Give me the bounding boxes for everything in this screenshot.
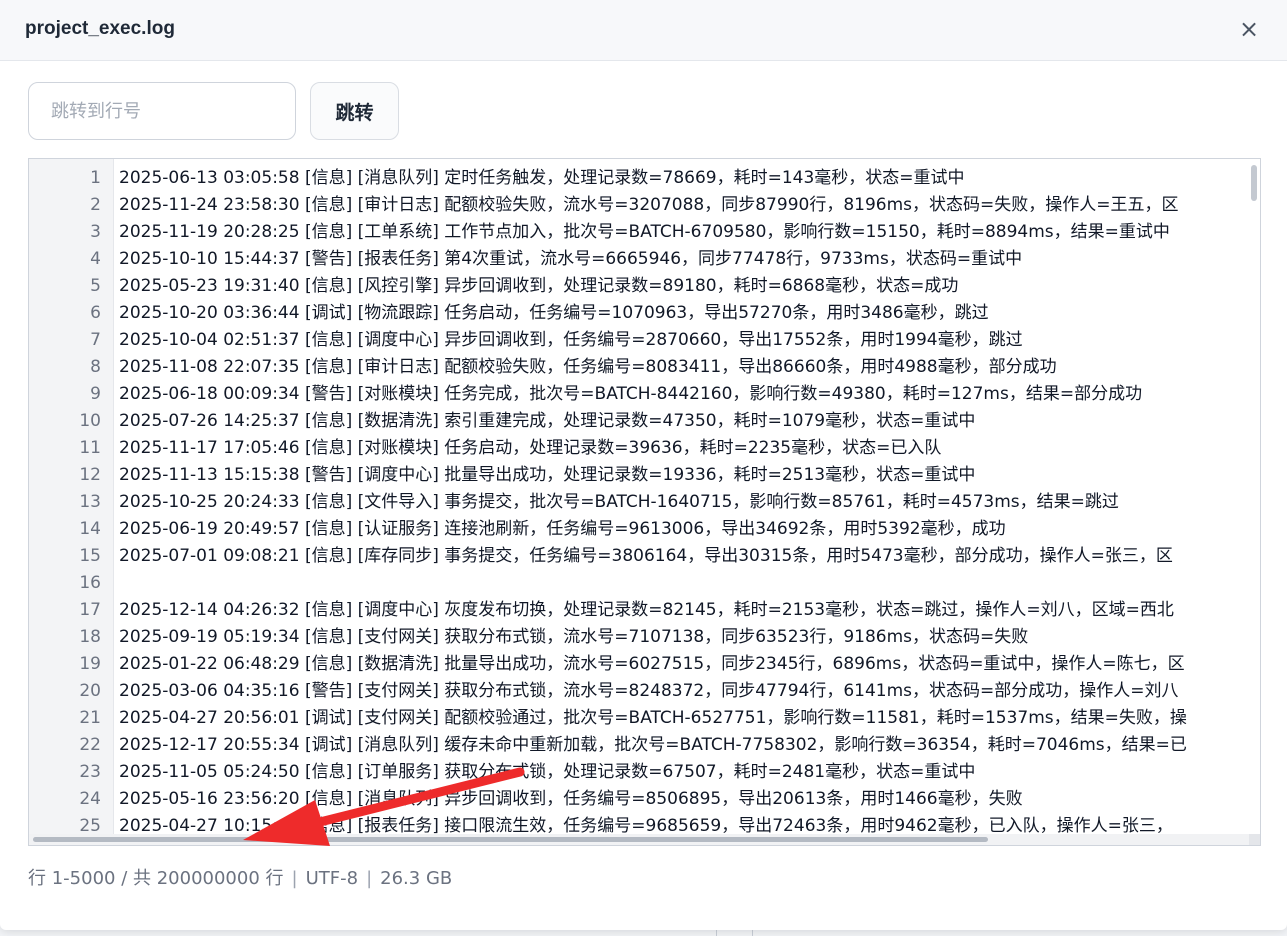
log-line: 14 2025-06-19 20:49:57 [信息] [认证服务] 连接池刷新，…: [29, 516, 1249, 543]
line-number: 10: [79, 411, 101, 431]
close-icon[interactable]: ×: [1237, 16, 1261, 42]
vertical-scrollbar[interactable]: [1250, 161, 1258, 829]
status-separator: |: [291, 868, 298, 889]
log-line: 15 2025-07-01 09:08:21 [信息] [库存同步] 事务提交，任…: [29, 543, 1249, 570]
status-file-size: 26.3 GB: [380, 868, 453, 889]
log-line-text: 2025-11-05 05:24:50 [信息] [订单服务] 获取分布式锁，处…: [119, 762, 976, 782]
line-number: 8: [90, 357, 101, 377]
log-line-text: 2025-06-18 00:09:34 [警告] [对账模块] 任务完成，批次号…: [119, 384, 1143, 404]
log-line: 9 2025-06-18 00:09:34 [警告] [对账模块] 任务完成，批次…: [29, 381, 1249, 408]
log-line-text: 2025-07-01 09:08:21 [信息] [库存同步] 事务提交，任务编…: [119, 546, 1173, 566]
horizontal-scrollbar[interactable]: [29, 834, 1260, 845]
log-line-text: 2025-06-13 03:05:58 [信息] [消息队列] 定时任务触发，处…: [119, 168, 965, 188]
vertical-scrollbar-thumb[interactable]: [1251, 165, 1257, 201]
log-line: 7 2025-10-04 02:51:37 [信息] [调度中心] 异步回调收到，…: [29, 327, 1249, 354]
line-number: 2: [90, 195, 101, 215]
log-line-text: 2025-12-17 20:55:34 [调试] [消息队列] 缓存未命中重新加…: [119, 735, 1187, 755]
log-line-text: 2025-05-16 23:56:20 [信息] [消息队列] 异步回调收到，任…: [119, 789, 1023, 809]
log-viewer-dialog: project_exec.log × 跳转 1 2025-06-13 03:05:…: [0, 0, 1287, 930]
line-number: 23: [79, 762, 101, 782]
line-number: 20: [79, 681, 101, 701]
line-number: 19: [79, 654, 101, 674]
line-number: 7: [90, 330, 101, 350]
log-line: 6 2025-10-20 03:36:44 [调试] [物流跟踪] 任务启动，任务…: [29, 300, 1249, 327]
line-number: 6: [90, 303, 101, 323]
log-line-text: 2025-03-06 04:35:16 [警告] [支付网关] 获取分布式锁，流…: [119, 681, 1179, 701]
log-line: 1 2025-06-13 03:05:58 [信息] [消息队列] 定时任务触发，…: [29, 165, 1249, 192]
log-line: 13 2025-10-25 20:24:33 [信息] [文件导入] 事务提交，批…: [29, 489, 1249, 516]
line-number: 4: [90, 249, 101, 269]
line-number: 18: [79, 627, 101, 647]
line-number: 13: [79, 492, 101, 512]
log-line-text: 2025-11-19 20:28:25 [信息] [工单系统] 工作节点加入，批…: [119, 222, 1170, 242]
log-line-text: 2025-11-17 17:05:46 [信息] [对账模块] 任务启动，处理记…: [119, 438, 942, 458]
line-number: 24: [79, 789, 101, 809]
log-line: 5 2025-05-23 19:31:40 [信息] [风控引擎] 异步回调收到，…: [29, 273, 1249, 300]
horizontal-scrollbar-thumb[interactable]: [33, 837, 988, 842]
log-line-text: 2025-01-22 06:48:29 [信息] [数据清洗] 批量导出成功，流…: [119, 654, 1185, 674]
log-line: 10 2025-07-26 14:25:37 [信息] [数据清洗] 索引重建完成…: [29, 408, 1249, 435]
line-number: 22: [79, 735, 101, 755]
status-separator: |: [366, 868, 373, 889]
line-number: 21: [79, 708, 101, 728]
status-bar: 行 1-5000 / 共 200000000 行 | UTF-8 | 26.3 GB: [28, 864, 452, 890]
log-line-text: 2025-11-13 15:15:38 [警告] [调度中心] 批量导出成功，处…: [119, 465, 976, 485]
log-line: 11 2025-11-17 17:05:46 [信息] [对账模块] 任务启动，处…: [29, 435, 1249, 462]
line-number: 11: [79, 438, 101, 458]
dialog-title: project_exec.log: [25, 18, 175, 39]
line-number: 5: [90, 276, 101, 296]
status-line-range: 行 1-5000 / 共 200000000 行: [28, 868, 284, 889]
log-line: 2 2025-11-24 23:58:30 [信息] [审计日志] 配额校验失败，…: [29, 192, 1249, 219]
line-number: 14: [79, 519, 101, 539]
line-number: 12: [79, 465, 101, 485]
log-line-text: 2025-10-20 03:36:44 [调试] [物流跟踪] 任务启动，任务编…: [119, 303, 989, 323]
log-line-text: 2025-09-19 05:19:34 [信息] [支付网关] 获取分布式锁，流…: [119, 627, 1029, 647]
line-number: 16: [79, 573, 101, 593]
line-number-input[interactable]: [28, 82, 296, 140]
log-line: 19 2025-01-22 06:48:29 [信息] [数据清洗] 批量导出成功…: [29, 651, 1249, 678]
log-line-text: 2025-11-08 22:07:35 [信息] [审计日志] 配额校验失败，任…: [119, 357, 1057, 377]
log-line: 20 2025-03-06 04:35:16 [警告] [支付网关] 获取分布式锁…: [29, 678, 1249, 705]
line-number: 9: [90, 384, 101, 404]
log-line-text: 2025-04-27 20:56:01 [调试] [支付网关] 配额校验通过，批…: [119, 708, 1187, 728]
scrollbar-corner: [1249, 834, 1260, 845]
log-line-text: 2025-10-04 02:51:37 [信息] [调度中心] 异步回调收到，任…: [119, 330, 1023, 350]
log-line-text: 2025-12-14 04:26:32 [信息] [调度中心] 灰度发布切换，处…: [119, 600, 1174, 620]
log-line: 24 2025-05-16 23:56:20 [信息] [消息队列] 异步回调收到…: [29, 786, 1249, 813]
log-line: 12 2025-11-13 15:15:38 [警告] [调度中心] 批量导出成功…: [29, 462, 1249, 489]
line-number: 15: [79, 546, 101, 566]
log-line: 3 2025-11-19 20:28:25 [信息] [工单系统] 工作节点加入，…: [29, 219, 1249, 246]
log-line: 21 2025-04-27 20:56:01 [调试] [支付网关] 配额校验通过…: [29, 705, 1249, 732]
status-encoding: UTF-8: [305, 868, 359, 889]
log-lines: 1 2025-06-13 03:05:58 [信息] [消息队列] 定时任务触发，…: [29, 165, 1249, 840]
line-number: 1: [90, 168, 101, 188]
log-line-text: 2025-07-26 14:25:37 [信息] [数据清洗] 索引重建完成，处…: [119, 411, 976, 431]
line-number: 17: [79, 600, 101, 620]
log-line: 22 2025-12-17 20:55:34 [调试] [消息队列] 缓存未命中重…: [29, 732, 1249, 759]
dialog-header: project_exec.log ×: [0, 0, 1287, 61]
log-line-text: 2025-11-24 23:58:30 [信息] [审计日志] 配额校验失败，流…: [119, 195, 1179, 215]
log-line: 18 2025-09-19 05:19:34 [信息] [支付网关] 获取分布式锁…: [29, 624, 1249, 651]
log-line: 17 2025-12-14 04:26:32 [信息] [调度中心] 灰度发布切换…: [29, 597, 1249, 624]
jump-button[interactable]: 跳转: [310, 82, 399, 140]
log-line-text: 2025-05-23 19:31:40 [信息] [风控引擎] 异步回调收到，处…: [119, 276, 959, 296]
log-line: 23 2025-11-05 05:24:50 [信息] [订单服务] 获取分布式锁…: [29, 759, 1249, 786]
line-number: 3: [90, 222, 101, 242]
log-line: 8 2025-11-08 22:07:35 [信息] [审计日志] 配额校验失败，…: [29, 354, 1249, 381]
log-content-viewer[interactable]: 1 2025-06-13 03:05:58 [信息] [消息队列] 定时任务触发，…: [28, 158, 1261, 846]
log-line: 16: [29, 570, 1249, 597]
log-line-text: 2025-10-25 20:24:33 [信息] [文件导入] 事务提交，批次号…: [119, 492, 1119, 512]
log-line-text: 2025-10-10 15:44:37 [警告] [报表任务] 第4次重试，流水…: [119, 249, 1023, 269]
log-line: 4 2025-10-10 15:44:37 [警告] [报表任务] 第4次重试，流…: [29, 246, 1249, 273]
log-line-text: 2025-06-19 20:49:57 [信息] [认证服务] 连接池刷新，任务…: [119, 519, 1006, 539]
